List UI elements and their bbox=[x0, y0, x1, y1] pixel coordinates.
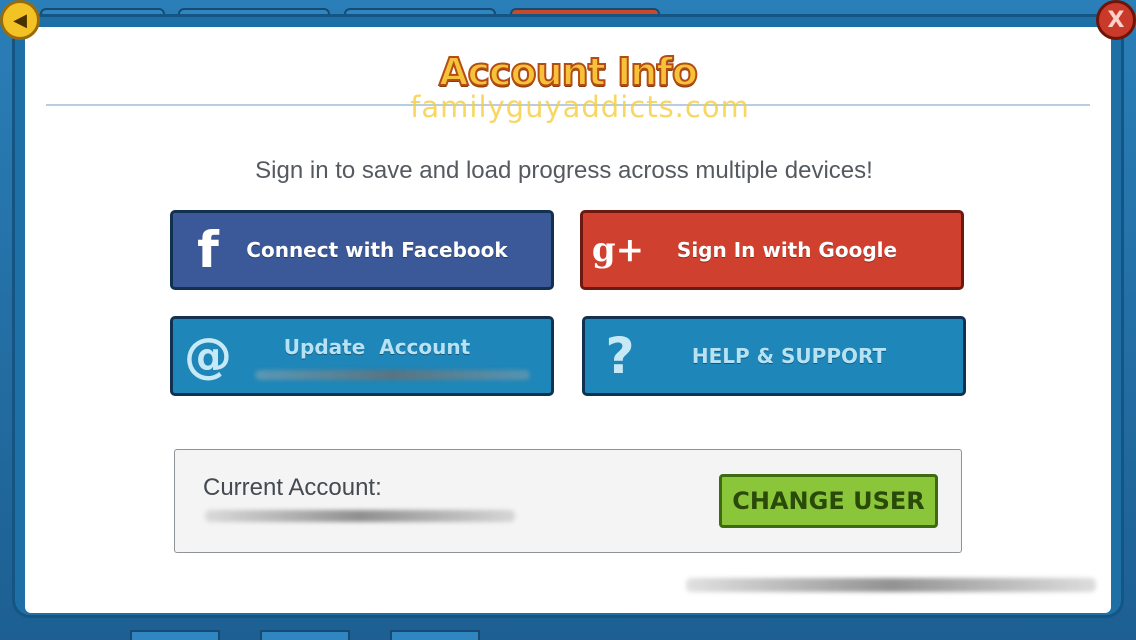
change-user-button[interactable]: CHANGE USER bbox=[719, 474, 938, 528]
update-account-button[interactable]: @ Update Account bbox=[170, 316, 554, 396]
dialog-title: Account Info bbox=[438, 49, 699, 95]
redacted-account-name bbox=[205, 510, 515, 522]
close-button[interactable]: X bbox=[1096, 0, 1136, 40]
google-plus-icon: g+ bbox=[591, 230, 645, 270]
update-account-label: Update Account bbox=[283, 335, 471, 359]
close-icon: X bbox=[1107, 7, 1125, 33]
current-account-label: Current Account: bbox=[203, 474, 382, 501]
facebook-f-icon: f bbox=[197, 221, 219, 279]
connect-facebook-button[interactable]: f Connect with Facebook bbox=[170, 210, 554, 290]
google-button-label: Sign In with Google bbox=[676, 238, 898, 262]
redacted-account-id bbox=[255, 370, 530, 380]
background-tab bbox=[260, 630, 350, 640]
current-account-panel: Current Account: CHANGE USER bbox=[174, 449, 962, 553]
back-button[interactable]: ◀ bbox=[0, 0, 40, 40]
background-tab bbox=[390, 630, 480, 640]
background-tab bbox=[130, 630, 220, 640]
sign-in-message: Sign in to save and load progress across… bbox=[255, 157, 873, 184]
question-mark-icon: ? bbox=[605, 327, 635, 385]
back-arrow-icon: ◀ bbox=[13, 9, 27, 31]
help-support-button[interactable]: ? HELP & SUPPORT bbox=[582, 316, 966, 396]
facebook-button-label: Connect with Facebook bbox=[246, 238, 508, 262]
redacted-footer-text bbox=[686, 578, 1096, 592]
at-sign-icon: @ bbox=[184, 328, 232, 384]
help-support-label: HELP & SUPPORT bbox=[691, 344, 887, 368]
watermark: familyguyaddicts.com bbox=[410, 90, 750, 124]
sign-in-google-button[interactable]: g+ Sign In with Google bbox=[580, 210, 964, 290]
